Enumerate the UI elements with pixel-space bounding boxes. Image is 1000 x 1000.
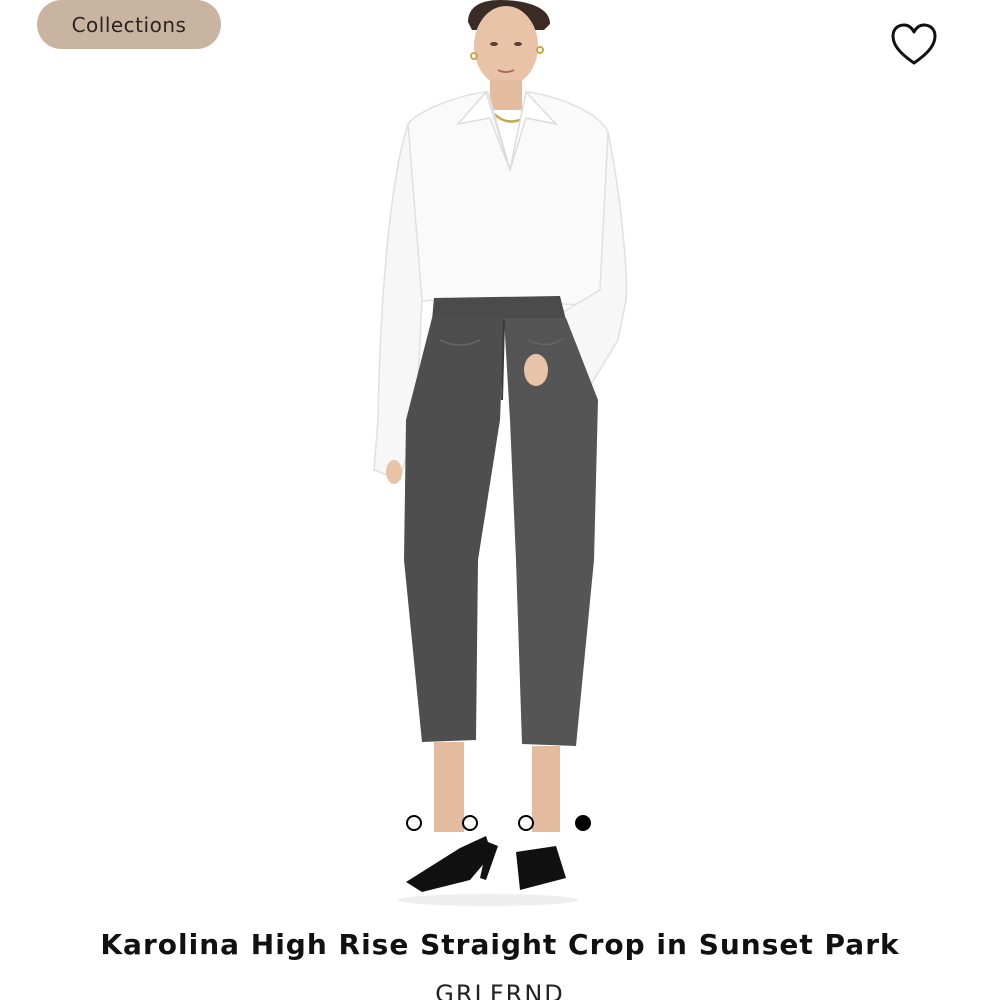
product-page: Collections Karolina High Rise Straight … (0, 0, 1000, 1000)
carousel-dot-2[interactable] (462, 815, 478, 831)
collections-label: Collections (71, 12, 187, 37)
carousel-indicators (404, 814, 600, 836)
product-image[interactable] (360, 0, 640, 910)
carousel-dot-4-active[interactable] (575, 815, 591, 831)
brand-name[interactable]: GRLFRND (0, 980, 1000, 1000)
favorite-button[interactable] (888, 22, 940, 68)
heart-outline-icon (891, 23, 937, 65)
carousel-dot-3[interactable] (518, 815, 534, 831)
collections-button[interactable]: Collections (37, 0, 221, 49)
product-title: Karolina High Rise Straight Crop in Suns… (100, 928, 900, 961)
carousel-dot-1[interactable] (406, 815, 422, 831)
